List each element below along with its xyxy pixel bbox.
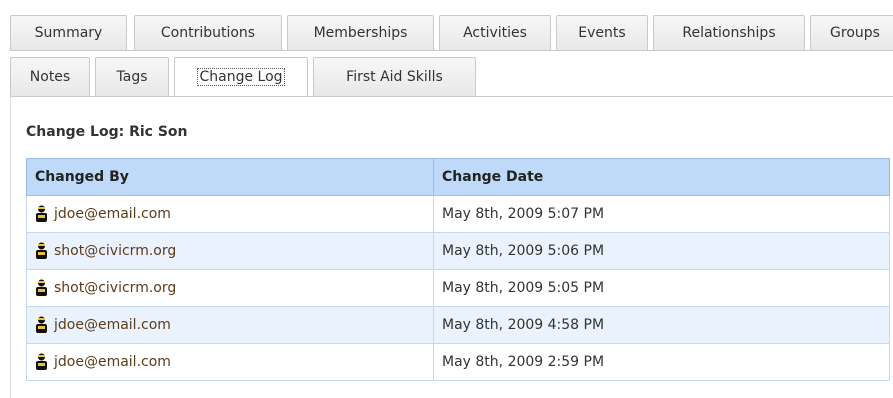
- changed-by-cell: shot@civicrm.org: [26, 269, 434, 307]
- tab-change-log[interactable]: Change Log: [174, 57, 308, 96]
- changed-by-cell: shot@civicrm.org: [26, 232, 434, 270]
- tab-label: Relationships: [682, 25, 776, 41]
- tab-summary[interactable]: Summary: [10, 15, 127, 50]
- table-row: jdoe@email.com May 8th, 2009 5:07 PM: [26, 195, 890, 233]
- user-link[interactable]: shot@civicrm.org: [54, 280, 176, 296]
- table-header-row: Changed By Change Date: [26, 158, 890, 196]
- contact-person-icon: [36, 316, 47, 333]
- change-log-table: Changed By Change Date jdoe@email.com Ma…: [26, 158, 890, 381]
- contact-person-icon: [36, 242, 47, 259]
- tab-memberships[interactable]: Memberships: [287, 15, 434, 50]
- tab-label: Activities: [463, 25, 527, 41]
- change-log-title: Change Log: Ric Son: [26, 124, 188, 140]
- column-header-change-date[interactable]: Change Date: [433, 158, 890, 196]
- tab-label: Change Log: [197, 68, 285, 86]
- tab-activities[interactable]: Activities: [439, 15, 551, 50]
- table-row: shot@civicrm.org May 8th, 2009 5:05 PM: [26, 269, 890, 307]
- tab-label: First Aid Skills: [346, 69, 443, 85]
- contact-person-icon: [36, 205, 47, 222]
- tab-label: Contributions: [160, 25, 256, 41]
- tab-label: Summary: [34, 25, 103, 41]
- contact-person-icon: [36, 353, 47, 370]
- user-link[interactable]: shot@civicrm.org: [54, 243, 176, 259]
- tab-groups[interactable]: Groups: [810, 15, 893, 50]
- change-date-cell: May 8th, 2009 5:07 PM: [433, 195, 890, 233]
- table-row: jdoe@email.com May 8th, 2009 4:58 PM: [26, 306, 890, 344]
- user-link[interactable]: jdoe@email.com: [54, 317, 171, 333]
- changed-by-cell: jdoe@email.com: [26, 195, 434, 233]
- contact-person-icon: [36, 279, 47, 296]
- change-date-cell: May 8th, 2009 5:05 PM: [433, 269, 890, 307]
- table-row: shot@civicrm.org May 8th, 2009 5:06 PM: [26, 232, 890, 270]
- change-date-cell: May 8th, 2009 5:06 PM: [433, 232, 890, 270]
- tab-notes[interactable]: Notes: [10, 57, 90, 96]
- changed-by-cell: jdoe@email.com: [26, 343, 434, 381]
- change-date-cell: May 8th, 2009 2:59 PM: [433, 343, 890, 381]
- tab-contributions[interactable]: Contributions: [134, 15, 282, 50]
- change-date-cell: May 8th, 2009 4:58 PM: [433, 306, 890, 344]
- tab-label: Notes: [29, 69, 71, 85]
- tab-tags[interactable]: Tags: [95, 57, 169, 96]
- tab-row-divider: [10, 50, 893, 51]
- tab-label: Groups: [830, 25, 880, 41]
- user-link[interactable]: jdoe@email.com: [54, 354, 171, 370]
- tab-label: Memberships: [313, 25, 408, 41]
- column-header-changed-by[interactable]: Changed By: [26, 158, 434, 196]
- tab-first-aid-skills[interactable]: First Aid Skills: [313, 57, 476, 96]
- table-row: jdoe@email.com May 8th, 2009 2:59 PM: [26, 343, 890, 381]
- tab-relationships[interactable]: Relationships: [653, 15, 805, 50]
- tab-events[interactable]: Events: [556, 15, 648, 50]
- user-link[interactable]: jdoe@email.com: [54, 206, 171, 222]
- changed-by-cell: jdoe@email.com: [26, 306, 434, 344]
- tab-label: Events: [578, 25, 626, 41]
- tab-label: Tags: [116, 69, 148, 85]
